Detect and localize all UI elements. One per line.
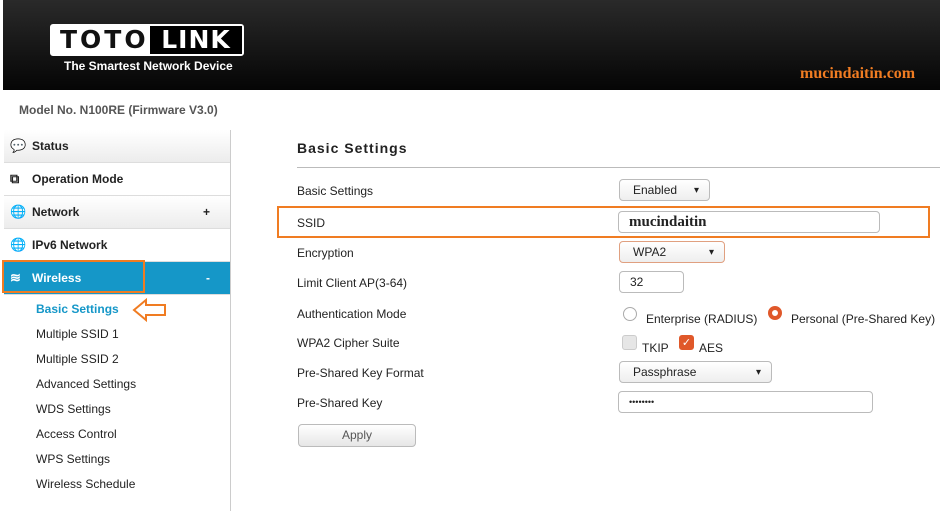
apply-button[interactable]: Apply [298,424,416,447]
encryption-select[interactable]: WPA2 ▾ [619,241,725,263]
divider [297,167,940,168]
operation-mode-icon: ⧉ [10,171,20,186]
label-encryption: Encryption [297,246,354,260]
totolink-logo: TOTO LINK [50,24,244,56]
select-value: WPA2 [633,245,667,259]
watermark: mucindaitin.com [800,65,916,82]
submenu-basic-settings[interactable]: Basic Settings [4,296,230,321]
limit-client-input[interactable]: 32 [619,271,684,293]
label-psk: Pre-Shared Key [297,396,383,410]
logo-text: LINK [150,26,242,54]
highlight-box [2,260,145,293]
chevron-down-icon: ▾ [693,184,699,196]
tagline: The Smartest Network Device [64,59,233,73]
chevron-down-icon: ▾ [755,366,761,378]
submenu-wireless-schedule[interactable]: Wireless Schedule [4,471,230,496]
expand-icon[interactable]: + [203,205,210,219]
label-cipher-suite: WPA2 Cipher Suite [297,336,400,350]
radio-label: Personal (Pre-Shared Key) [791,312,936,326]
checkbox-aes[interactable]: ✓ [679,335,694,350]
label-psk-format: Pre-Shared Key Format [297,366,424,380]
submenu-wps-settings[interactable]: WPS Settings [4,446,230,471]
logo-text: TOTO [60,25,149,54]
psk-input[interactable]: •••••••• [618,391,873,413]
select-value: Passphrase [633,365,697,379]
sidebar-item-label: Network [32,205,80,219]
sidebar-item-operation-mode[interactable]: ⧉ Operation Mode [4,163,230,196]
model-info: Model No. N100RE (Firmware V3.0) [19,103,218,117]
checkbox-tkip[interactable] [622,335,637,350]
submenu-multiple-ssid-1[interactable]: Multiple SSID 1 [4,321,230,346]
sidebar-item-label: Status [32,139,69,153]
label-auth-mode: Authentication Mode [297,307,407,321]
psk-format-select[interactable]: Passphrase ▾ [619,361,772,383]
radio-personal[interactable] [768,306,782,320]
label-limit-client: Limit Client AP(3-64) [297,276,408,290]
globe-icon: 🌐 [10,204,27,219]
checkbox-label: TKIP [642,341,669,355]
radio-label: Enterprise (RADIUS) [646,312,758,326]
sidebar-item-ipv6-network[interactable]: 🌐 IPv6 Network [4,229,230,262]
page-title: Basic Settings [297,140,408,156]
checkbox-label: AES [699,341,724,355]
submenu-multiple-ssid-2[interactable]: Multiple SSID 2 [4,346,230,371]
arrow-left-icon [132,298,166,322]
collapse-icon[interactable]: - [206,271,210,285]
highlight-box [277,206,930,238]
sidebar-item-label: Operation Mode [32,172,124,186]
status-icon: 💬 [10,138,27,153]
submenu-access-control[interactable]: Access Control [4,421,230,446]
globe-icon: 🌐 [10,237,27,252]
sidebar-item-label: IPv6 Network [32,238,108,252]
submenu-advanced-settings[interactable]: Advanced Settings [4,371,230,396]
label-basic-settings: Basic Settings [297,184,374,198]
sidebar-item-status[interactable]: 💬 Status [4,130,230,163]
basic-settings-select[interactable]: Enabled ▾ [619,179,710,201]
radio-enterprise[interactable] [623,307,637,321]
select-value: Enabled [633,183,678,197]
chevron-down-icon: ▾ [708,246,714,258]
sidebar-item-network[interactable]: 🌐 Network + [4,196,230,229]
submenu-wds-settings[interactable]: WDS Settings [4,396,230,421]
sidebar: 💬 Status ⧉ Operation Mode 🌐 Network + 🌐 IPv6 … [4,130,231,511]
